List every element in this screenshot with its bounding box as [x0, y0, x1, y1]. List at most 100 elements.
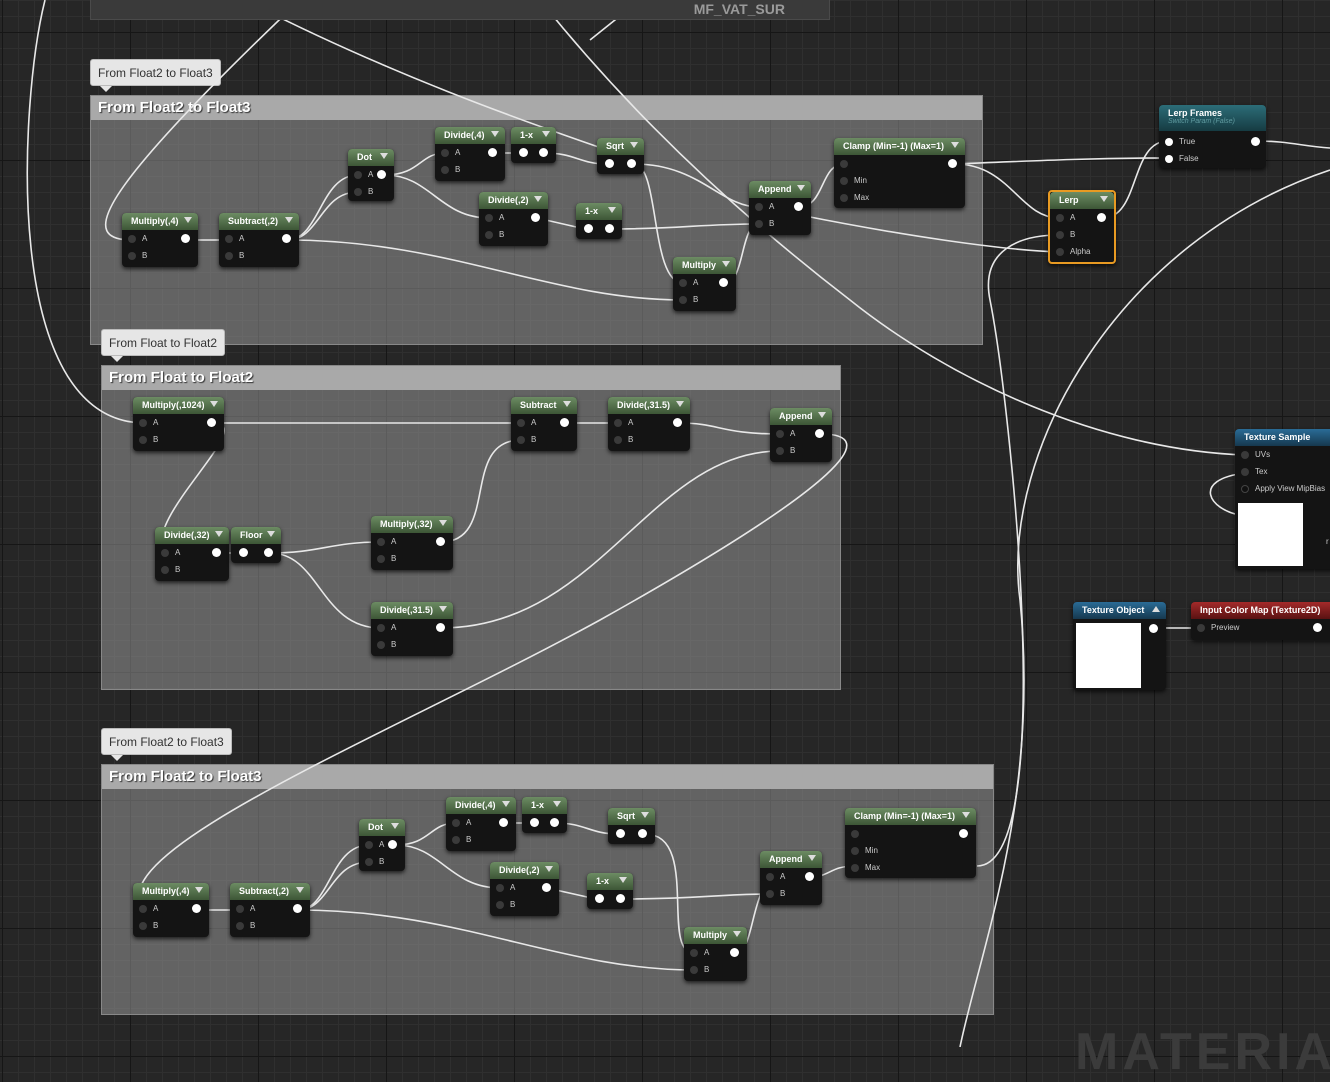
pin-min[interactable]: Min [834, 172, 965, 189]
pin-a[interactable]: A [511, 414, 577, 431]
pin-dot[interactable] [225, 252, 233, 260]
pin-a[interactable]: A [760, 868, 822, 885]
comment-title[interactable]: From Float2 to Float3 [91, 96, 982, 120]
node-header[interactable]: Clamp (Min=-1) (Max=1) [845, 808, 976, 825]
node-divide-4[interactable]: Divide(,4) A B [435, 127, 505, 181]
pin-uvs[interactable]: UVs [1235, 446, 1330, 463]
input-pin[interactable] [616, 829, 625, 838]
collapse-arrow-icon[interactable] [267, 531, 275, 537]
pin-b[interactable]: B [608, 431, 690, 448]
pin-b[interactable]: B [749, 215, 811, 232]
output-pin[interactable] [212, 548, 221, 557]
output-pin[interactable] [436, 537, 445, 546]
collapse-arrow-icon[interactable] [608, 207, 616, 213]
node-append[interactable]: Append A B [749, 181, 811, 235]
pin-b[interactable]: B [490, 896, 559, 913]
collapse-arrow-icon[interactable] [195, 887, 203, 893]
pin-a[interactable]: A [122, 230, 198, 247]
comment-bubble[interactable]: From Float2 to Float3 [101, 728, 232, 761]
pin-a[interactable]: A [230, 900, 310, 917]
pin-a[interactable]: A [770, 425, 832, 442]
output-pin[interactable] [794, 202, 803, 211]
comment-title[interactable]: From Float to Float2 [102, 366, 840, 390]
pin-a[interactable]: A [1050, 209, 1114, 226]
pin-dot[interactable] [441, 149, 449, 157]
output-pin[interactable] [192, 904, 201, 913]
pin-dot[interactable] [236, 905, 244, 913]
pin-dot[interactable] [679, 279, 687, 287]
comment-bubble[interactable]: From Float to Float2 [101, 329, 226, 362]
pin-dot[interactable] [614, 436, 622, 444]
collapse-arrow-icon[interactable] [534, 196, 542, 202]
collapse-arrow-icon[interactable] [1152, 606, 1160, 612]
collapse-arrow-icon[interactable] [962, 812, 970, 818]
pin-dot[interactable] [496, 884, 504, 892]
pin-dot[interactable] [517, 419, 525, 427]
pin-b[interactable]: B [1050, 226, 1114, 243]
node-header[interactable]: Divide(,4) [435, 127, 505, 144]
pin-a[interactable]: A [490, 879, 559, 896]
node-sqrt[interactable]: Sqrt [597, 138, 644, 174]
pin-a[interactable]: A [133, 414, 224, 431]
pin-b[interactable]: B [348, 183, 394, 200]
input-pin[interactable] [605, 159, 614, 168]
pin-dot[interactable] [452, 836, 460, 844]
pin-a[interactable]: A [371, 533, 453, 550]
node-header[interactable]: Append [770, 408, 832, 425]
collapse-arrow-icon[interactable] [215, 531, 223, 537]
pin-a[interactable]: A [219, 230, 299, 247]
top-comment-box[interactable]: MF_VAT_SUR [90, 0, 830, 20]
pin-dot[interactable] [679, 296, 687, 304]
pin-a[interactable]: A [155, 544, 229, 561]
pin-a[interactable]: A [435, 144, 505, 161]
pin-a[interactable]: A [608, 414, 690, 431]
pin-alpha[interactable]: Alpha [1050, 243, 1114, 260]
pin-a[interactable]: A [348, 166, 394, 183]
node-header[interactable]: Dot [348, 149, 394, 166]
pin-b[interactable]: B [155, 561, 229, 578]
node-header[interactable]: Divide(,31.5) [371, 602, 453, 619]
pin-input[interactable] [845, 825, 976, 842]
pin-dot[interactable] [776, 447, 784, 455]
output-pin[interactable] [181, 234, 190, 243]
pin-a[interactable]: A [359, 836, 405, 853]
pin-dot[interactable] [766, 890, 774, 898]
node-subtract[interactable]: Subtract A B [511, 397, 577, 451]
pin-dot[interactable] [851, 864, 859, 872]
collapse-arrow-icon[interactable] [676, 401, 684, 407]
node-append[interactable]: Append A B [770, 408, 832, 462]
collapse-arrow-icon[interactable] [542, 131, 550, 137]
node-multiply-1024[interactable]: Multiply(,1024) A B [133, 397, 224, 451]
output-pin[interactable] [948, 159, 957, 168]
pin-dot[interactable] [776, 430, 784, 438]
pin-dot[interactable] [354, 171, 362, 179]
node-clamp-min-1-max-1[interactable]: Clamp (Min=-1) (Max=1) Min Max [834, 138, 965, 208]
collapse-arrow-icon[interactable] [619, 877, 627, 883]
output-pin[interactable] [959, 829, 968, 838]
pin-dot[interactable] [128, 252, 136, 260]
pin-b[interactable]: B [230, 917, 310, 934]
node-1-x[interactable]: 1-x [587, 873, 633, 909]
output-pin[interactable] [542, 883, 551, 892]
input-pin[interactable] [519, 148, 528, 157]
node-header[interactable]: Multiply(,4) [133, 883, 209, 900]
output-pin[interactable] [282, 234, 291, 243]
pin-a[interactable]: A [479, 209, 548, 226]
texture-object-node[interactable]: Texture Object [1073, 602, 1166, 690]
lerp-node[interactable]: Lerp A B Alpha [1048, 190, 1116, 264]
collapse-arrow-icon[interactable] [722, 261, 730, 267]
node-multiply-4[interactable]: Multiply(,4) A B [133, 883, 209, 937]
pin-min[interactable]: Min [845, 842, 976, 859]
pin-b[interactable]: B [511, 431, 577, 448]
collapse-arrow-icon[interactable] [502, 801, 510, 807]
pin-b[interactable]: B [684, 961, 747, 978]
node-header[interactable]: Sqrt [608, 808, 655, 825]
pin-tex[interactable]: Tex [1235, 463, 1330, 480]
output-pin[interactable] [673, 418, 682, 427]
output-pin[interactable] [627, 159, 636, 168]
output-pin[interactable] [436, 623, 445, 632]
node-header[interactable]: Sqrt [597, 138, 644, 155]
pin-dot[interactable] [139, 436, 147, 444]
pin-b[interactable]: B [133, 917, 209, 934]
pin-inline[interactable] [522, 814, 567, 831]
